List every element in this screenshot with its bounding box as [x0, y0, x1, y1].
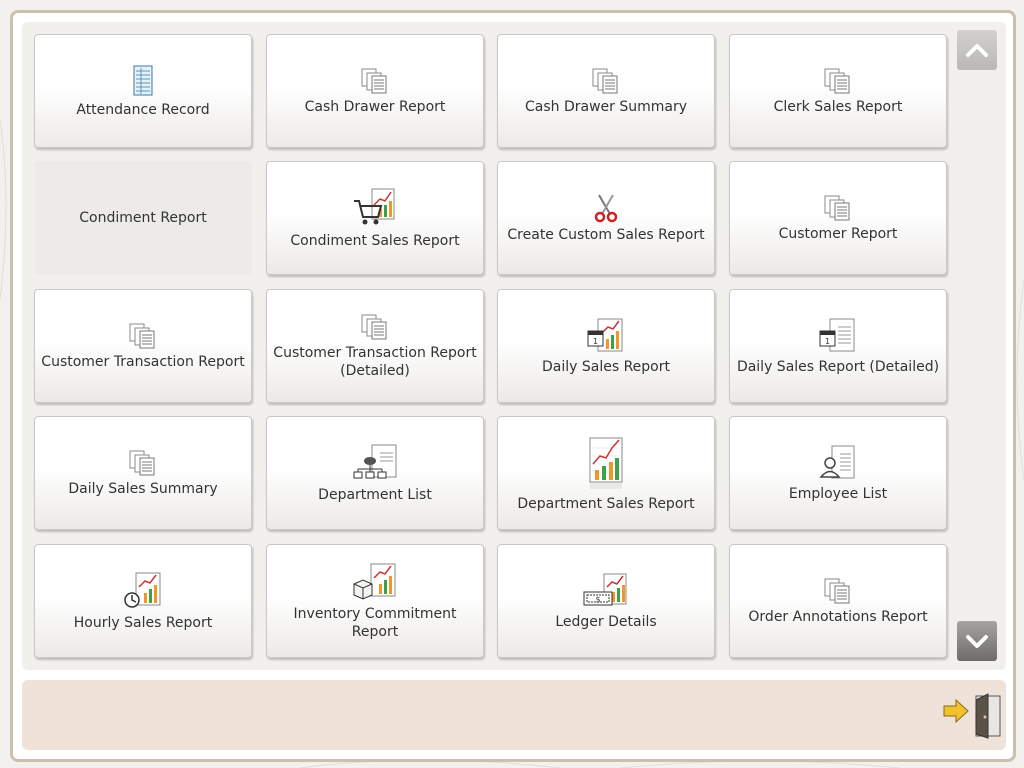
- svg-text:1: 1: [825, 337, 830, 346]
- tile-department-sales-report[interactable]: Department Sales Report: [497, 416, 715, 530]
- tile-label: Daily Sales Report: [542, 358, 670, 375]
- chevron-up-icon: [966, 44, 988, 57]
- clock-chart-icon: [122, 571, 164, 611]
- tile-label: Daily Sales Summary: [68, 480, 218, 497]
- report-pages-icon: [823, 194, 853, 222]
- svg-text:1: 1: [593, 337, 598, 346]
- tile-label: Department Sales Report: [517, 495, 695, 512]
- scissors-icon: [593, 193, 619, 223]
- employee-document-icon: [818, 444, 858, 482]
- footer-bar: [22, 680, 1006, 750]
- report-pages-icon: [360, 313, 390, 341]
- boxes-chart-icon: [351, 562, 399, 602]
- scroll-down-button[interactable]: [957, 621, 997, 661]
- tile-label: Order Annotations Report: [748, 608, 928, 625]
- tile-label: Condiment Sales Report: [290, 232, 460, 249]
- money-chart-icon: $: [582, 572, 630, 610]
- svg-text:$: $: [595, 595, 600, 604]
- tile-label: Employee List: [788, 485, 888, 502]
- tile-customer-transaction-report-detailed[interactable]: Customer Transaction Report (Detailed): [266, 289, 484, 403]
- tile-label: Ledger Details: [555, 613, 657, 630]
- exit-button[interactable]: [942, 690, 1004, 740]
- tile-daily-sales-summary[interactable]: Daily Sales Summary: [34, 416, 252, 530]
- report-pages-icon: [128, 449, 158, 477]
- report-pages-icon: [823, 67, 853, 95]
- attendance-sheet-icon: [131, 64, 155, 98]
- cart-chart-icon: [352, 187, 398, 229]
- scroll-up-button[interactable]: [957, 30, 997, 70]
- tile-label: Inventory Commitment Report: [293, 605, 457, 640]
- report-pages-icon: [591, 67, 621, 95]
- tile-attendance-record[interactable]: Attendance Record: [34, 34, 252, 148]
- tile-label: Clerk Sales Report: [773, 98, 903, 115]
- tile-label: Customer Transaction Report (Detailed): [273, 344, 477, 379]
- tile-clerk-sales-report[interactable]: Clerk Sales Report: [729, 34, 947, 148]
- chevron-down-icon: [966, 635, 988, 648]
- tile-daily-sales-report[interactable]: 1 Daily Sales Report: [497, 289, 715, 403]
- tile-label: Attendance Record: [76, 101, 210, 118]
- tile-department-list[interactable]: Department List: [266, 416, 484, 530]
- tile-label: Customer Transaction Report: [41, 353, 245, 370]
- tile-employee-list[interactable]: Employee List: [729, 416, 947, 530]
- sales-chart-icon: [584, 434, 628, 492]
- report-pages-icon: [360, 67, 390, 95]
- tile-cash-drawer-report[interactable]: Cash Drawer Report: [266, 34, 484, 148]
- tile-label: Customer Report: [778, 225, 898, 242]
- tile-label: Create Custom Sales Report: [507, 226, 705, 243]
- tile-label: Cash Drawer Report: [304, 98, 446, 115]
- tile-inventory-commitment-report[interactable]: Inventory Commitment Report: [266, 544, 484, 658]
- tile-ledger-details[interactable]: $ Ledger Details: [497, 544, 715, 658]
- calendar-chart-icon: 1: [586, 317, 626, 355]
- tile-condiment-report[interactable]: Condiment Report: [34, 161, 252, 275]
- tile-label: Hourly Sales Report: [73, 614, 213, 631]
- exit-door-icon: [943, 693, 1001, 739]
- tile-label: Daily Sales Report (Detailed): [736, 358, 940, 375]
- org-chart-icon: [350, 443, 400, 483]
- tile-customer-transaction-report[interactable]: Customer Transaction Report: [34, 289, 252, 403]
- tile-condiment-sales-report[interactable]: Condiment Sales Report: [266, 161, 484, 275]
- tile-label: Department List: [318, 486, 432, 503]
- tile-hourly-sales-report[interactable]: Hourly Sales Report: [34, 544, 252, 658]
- tile-customer-report[interactable]: Customer Report: [729, 161, 947, 275]
- tile-label: Condiment Report: [79, 210, 207, 226]
- report-pages-icon: [823, 577, 853, 605]
- tile-create-custom-sales-report[interactable]: Create Custom Sales Report: [497, 161, 715, 275]
- tile-daily-sales-report-detailed[interactable]: 1 Daily Sales Report (Detailed): [729, 289, 947, 403]
- tile-order-annotations-report[interactable]: Order Annotations Report: [729, 544, 947, 658]
- tile-cash-drawer-summary[interactable]: Cash Drawer Summary: [497, 34, 715, 148]
- report-pages-icon: [128, 322, 158, 350]
- calendar-document-icon: 1: [818, 317, 858, 355]
- tile-label: Cash Drawer Summary: [524, 98, 687, 115]
